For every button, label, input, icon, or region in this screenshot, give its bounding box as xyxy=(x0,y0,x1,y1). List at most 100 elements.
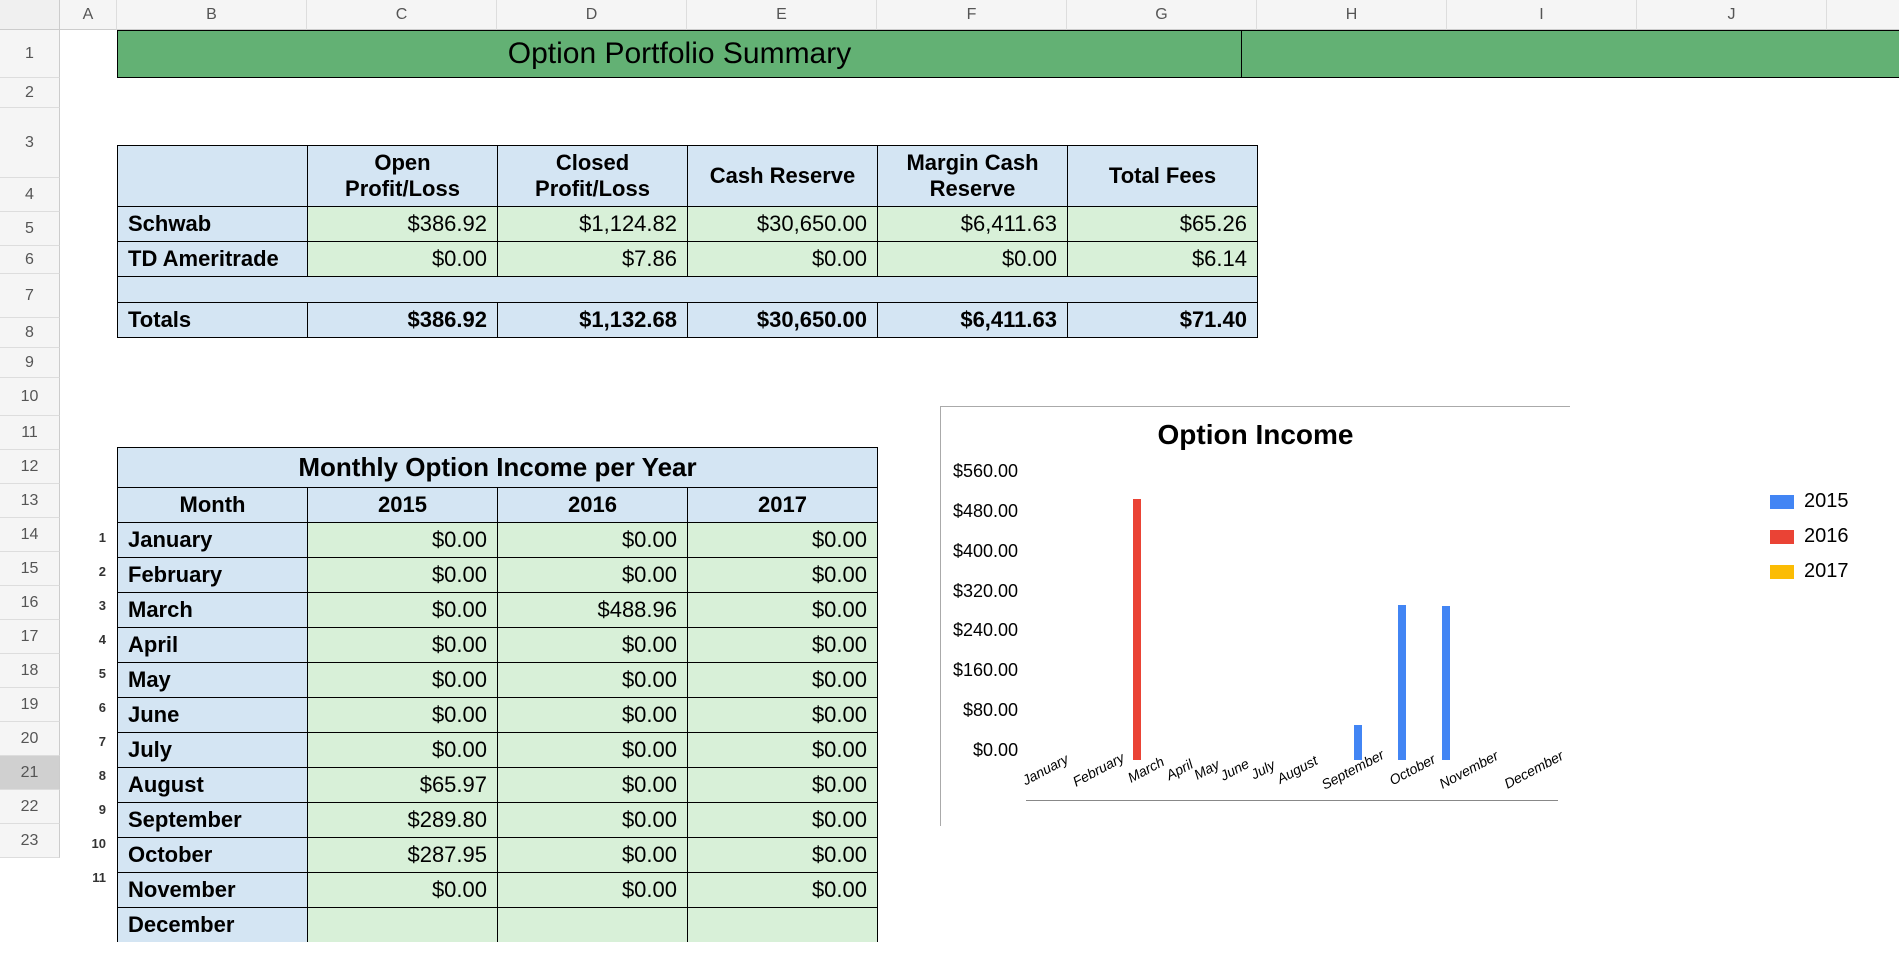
summary-cell[interactable]: $386.92 xyxy=(308,207,498,242)
summary-cell[interactable]: $7.86 xyxy=(498,242,688,277)
month-label[interactable]: January xyxy=(118,523,308,558)
summary-cell[interactable]: $0.00 xyxy=(308,242,498,277)
totals-label[interactable]: Totals xyxy=(118,303,308,338)
summary-header[interactable]: Closed Profit/Loss xyxy=(498,146,688,207)
summary-row-label[interactable]: TD Ameritrade xyxy=(118,242,308,277)
row-header-3[interactable]: 3 xyxy=(0,108,60,178)
row-header-1[interactable]: 1 xyxy=(0,30,60,78)
row-header-17[interactable]: 17 xyxy=(0,620,60,654)
summary-cell[interactable]: $30,650.00 xyxy=(688,207,878,242)
option-income-chart[interactable]: Option Income $560.00$480.00$400.00$320.… xyxy=(940,406,1570,826)
month-label[interactable]: February xyxy=(118,558,308,593)
year-header[interactable]: 2016 xyxy=(498,488,688,523)
row-header-21[interactable]: 21 xyxy=(0,756,60,790)
row-header-19[interactable]: 19 xyxy=(0,688,60,722)
monthly-cell[interactable] xyxy=(498,908,688,943)
year-header[interactable]: 2017 xyxy=(688,488,878,523)
monthly-cell[interactable]: $0.00 xyxy=(498,768,688,803)
monthly-cell[interactable]: $0.00 xyxy=(688,663,878,698)
summary-header[interactable]: Total Fees xyxy=(1068,146,1258,207)
column-header-H[interactable]: H xyxy=(1257,0,1447,30)
year-header[interactable]: 2015 xyxy=(308,488,498,523)
monthly-cell[interactable]: $0.00 xyxy=(688,523,878,558)
monthly-cell[interactable]: $287.95 xyxy=(308,838,498,873)
row-header-14[interactable]: 14 xyxy=(0,518,60,552)
monthly-cell[interactable]: $0.00 xyxy=(308,663,498,698)
monthly-cell[interactable]: $0.00 xyxy=(498,698,688,733)
summary-header[interactable]: Open Profit/Loss xyxy=(308,146,498,207)
row-header-22[interactable]: 22 xyxy=(0,790,60,824)
column-header-B[interactable]: B xyxy=(117,0,307,30)
totals-cell[interactable]: $386.92 xyxy=(308,303,498,338)
row-header-2[interactable]: 2 xyxy=(0,78,60,108)
row-header-18[interactable]: 18 xyxy=(0,654,60,688)
totals-cell[interactable]: $71.40 xyxy=(1068,303,1258,338)
monthly-cell[interactable]: $0.00 xyxy=(308,733,498,768)
monthly-cell[interactable]: $0.00 xyxy=(688,628,878,663)
totals-cell[interactable]: $30,650.00 xyxy=(688,303,878,338)
select-all-corner[interactable] xyxy=(0,0,60,30)
row-header-10[interactable]: 10 xyxy=(0,378,60,416)
row-header-15[interactable]: 15 xyxy=(0,552,60,586)
monthly-cell[interactable]: $0.00 xyxy=(688,593,878,628)
row-header-13[interactable]: 13 xyxy=(0,484,60,518)
month-label[interactable]: December xyxy=(118,908,308,943)
column-header-I[interactable]: I xyxy=(1447,0,1637,30)
monthly-cell[interactable]: $0.00 xyxy=(688,698,878,733)
monthly-cell[interactable]: $488.96 xyxy=(498,593,688,628)
monthly-cell[interactable]: $0.00 xyxy=(688,768,878,803)
month-label[interactable]: July xyxy=(118,733,308,768)
month-label[interactable]: April xyxy=(118,628,308,663)
summary-header[interactable] xyxy=(118,146,308,207)
totals-cell[interactable]: $1,132.68 xyxy=(498,303,688,338)
monthly-cell[interactable]: $0.00 xyxy=(688,803,878,838)
monthly-cell[interactable]: $0.00 xyxy=(308,628,498,663)
monthly-cell[interactable]: $0.00 xyxy=(498,663,688,698)
monthly-cell[interactable]: $289.80 xyxy=(308,803,498,838)
month-label[interactable]: November xyxy=(118,873,308,908)
monthly-cell[interactable]: $0.00 xyxy=(498,733,688,768)
row-header-7[interactable]: 7 xyxy=(0,274,60,318)
month-header[interactable]: Month xyxy=(118,488,308,523)
summary-header[interactable]: Cash Reserve xyxy=(688,146,878,207)
row-header-8[interactable]: 8 xyxy=(0,318,60,348)
summary-row-label[interactable]: Schwab xyxy=(118,207,308,242)
row-header-20[interactable]: 20 xyxy=(0,722,60,756)
month-label[interactable]: March xyxy=(118,593,308,628)
month-label[interactable]: October xyxy=(118,838,308,873)
monthly-cell[interactable]: $0.00 xyxy=(498,838,688,873)
monthly-cell[interactable] xyxy=(308,908,498,943)
row-header-5[interactable]: 5 xyxy=(0,212,60,246)
monthly-cell[interactable]: $0.00 xyxy=(308,523,498,558)
totals-cell[interactable]: $6,411.63 xyxy=(878,303,1068,338)
row-header-23[interactable]: 23 xyxy=(0,824,60,858)
row-header-12[interactable]: 12 xyxy=(0,450,60,484)
monthly-cell[interactable] xyxy=(688,908,878,943)
column-header-F[interactable]: F xyxy=(877,0,1067,30)
monthly-cell[interactable]: $0.00 xyxy=(498,558,688,593)
month-label[interactable]: June xyxy=(118,698,308,733)
monthly-cell[interactable]: $0.00 xyxy=(688,838,878,873)
row-header-4[interactable]: 4 xyxy=(0,178,60,212)
month-label[interactable]: September xyxy=(118,803,308,838)
column-header-G[interactable]: G xyxy=(1067,0,1257,30)
monthly-cell[interactable]: $0.00 xyxy=(308,698,498,733)
monthly-cell[interactable]: $0.00 xyxy=(498,523,688,558)
monthly-cell[interactable]: $0.00 xyxy=(688,733,878,768)
monthly-cell[interactable]: $0.00 xyxy=(498,628,688,663)
monthly-cell[interactable]: $0.00 xyxy=(308,558,498,593)
monthly-cell[interactable]: $0.00 xyxy=(308,873,498,908)
column-header-D[interactable]: D xyxy=(497,0,687,30)
row-header-11[interactable]: 11 xyxy=(0,416,60,450)
summary-header[interactable]: Margin Cash Reserve xyxy=(878,146,1068,207)
column-header-A[interactable]: A xyxy=(60,0,117,30)
monthly-cell[interactable]: $0.00 xyxy=(688,873,878,908)
summary-cell[interactable]: $6,411.63 xyxy=(878,207,1068,242)
monthly-cell[interactable]: $0.00 xyxy=(308,593,498,628)
summary-cell[interactable]: $0.00 xyxy=(688,242,878,277)
row-header-16[interactable]: 16 xyxy=(0,586,60,620)
column-header-J[interactable]: J xyxy=(1637,0,1827,30)
summary-cell[interactable]: $6.14 xyxy=(1068,242,1258,277)
column-header-E[interactable]: E xyxy=(687,0,877,30)
column-header-K[interactable]: K xyxy=(1827,0,1899,30)
